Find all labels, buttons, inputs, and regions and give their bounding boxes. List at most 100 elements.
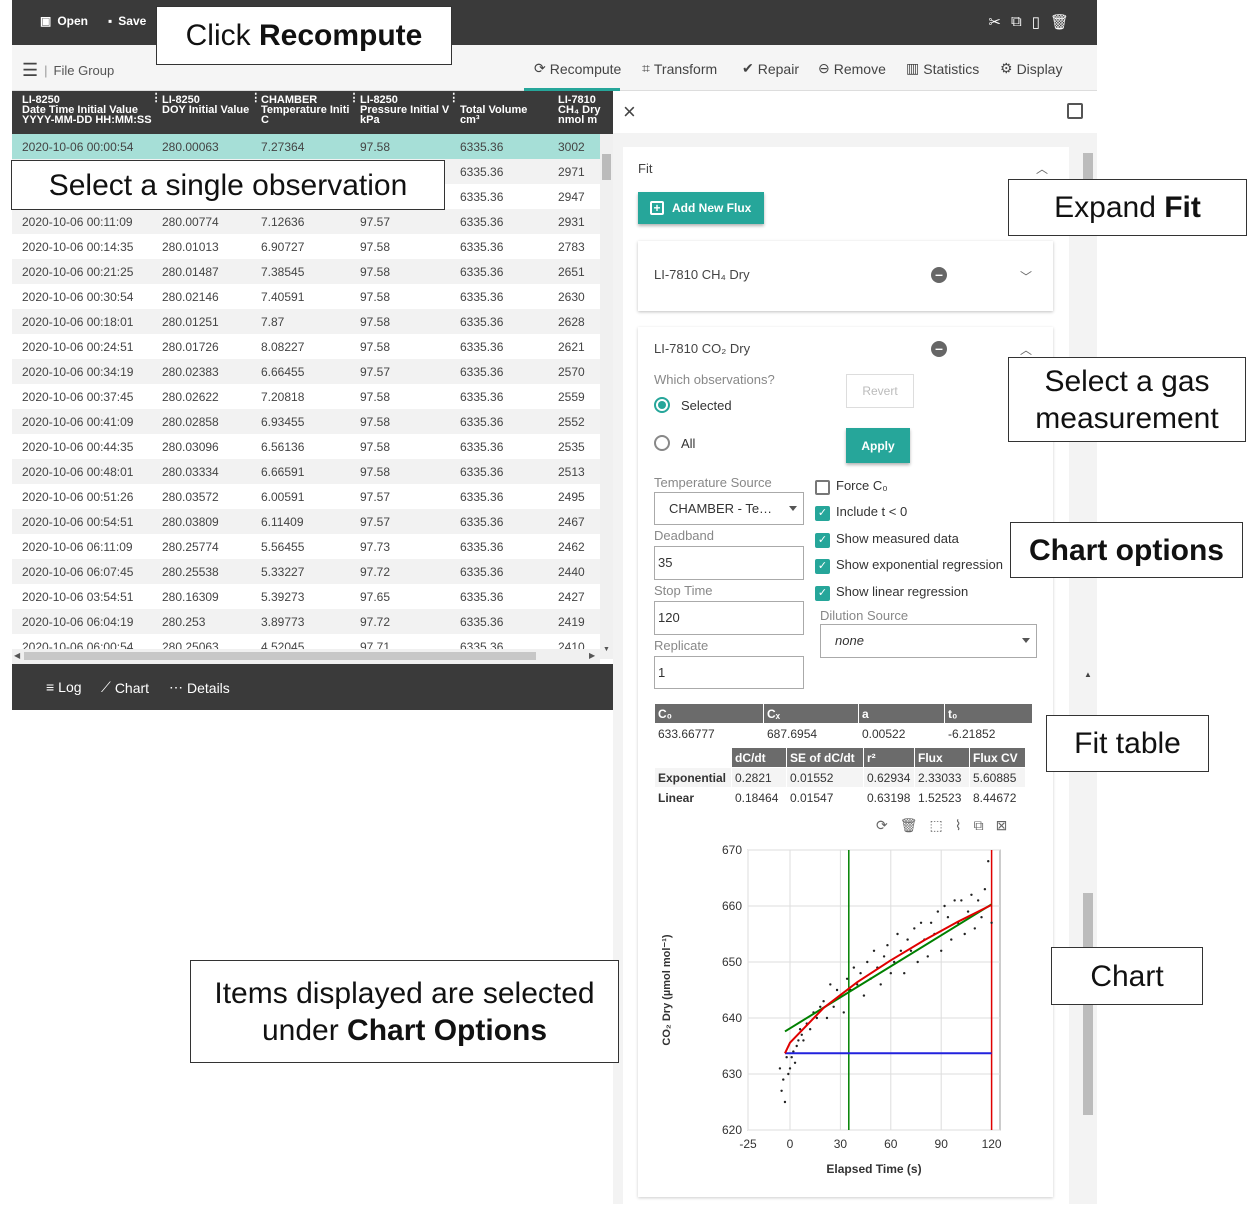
fit-param-value: 687.6954	[763, 723, 859, 744]
tab-statistics[interactable]: ▥ Statistics	[906, 60, 979, 77]
copy-icon[interactable]: ⧉	[1011, 13, 1022, 31]
chevron-down-icon[interactable]: ﹀	[1020, 268, 1032, 285]
deadband-input[interactable]: 35	[654, 546, 804, 580]
trash-icon[interactable]: 🗑	[1050, 13, 1069, 31]
tab-recompute[interactable]: ⟳ Recompute	[534, 60, 621, 77]
open-external-icon[interactable]	[1067, 103, 1083, 119]
table-cell: 97.58	[360, 289, 391, 304]
panel-scrollbar[interactable]: ▲	[1081, 153, 1095, 1198]
table-row[interactable]: 2020-10-06 06:04:19 280.253 3.89773 97.72 63…	[12, 609, 600, 634]
tab-remove[interactable]: ⊖ Remove	[818, 60, 886, 77]
revert-button[interactable]: Revert	[846, 374, 914, 408]
option-checkbox[interactable]	[815, 480, 830, 495]
gas-title[interactable]: LI-7810 CO₂ Dry	[654, 341, 750, 356]
stop-time-input[interactable]: 120	[654, 601, 804, 635]
table-cell: 8.08227	[261, 339, 305, 354]
option-label[interactable]: Show linear regression	[836, 584, 968, 599]
scissors-icon[interactable]: ✂	[988, 13, 1001, 31]
column-header[interactable]: Total Volume cm³	[460, 105, 527, 126]
open-button[interactable]: ▣ Open	[40, 14, 88, 28]
chart-button[interactable]: ⟋ Chart	[101, 679, 149, 696]
table-horizontal-scrollbar[interactable]: ◀ ▶	[12, 649, 600, 664]
table-row[interactable]: 2020-10-06 00:30:54 280.02146 7.40591 97.58…	[12, 284, 600, 309]
option-checkbox[interactable]: ✓	[815, 506, 830, 521]
tab-transform[interactable]: ⌗ Transform	[642, 60, 717, 77]
paste-icon[interactable]: ▯	[1032, 13, 1040, 31]
table-cell: 7.87	[261, 314, 285, 329]
table-row[interactable]: 2020-10-06 00:51:26 280.03572 6.00591 97.57…	[12, 484, 600, 509]
trash-icon[interactable]: 🗑	[900, 817, 918, 834]
table-cell: 6335.36	[460, 464, 504, 479]
table-row[interactable]: 2020-10-06 00:11:09 280.00774 7.12636 97.57…	[12, 209, 600, 234]
table-row[interactable]: 2020-10-06 00:37:45 280.02622 7.20818 97.58…	[12, 384, 600, 409]
scroll-thumb[interactable]	[24, 652, 536, 660]
reset-icon[interactable]: ⟳	[876, 817, 888, 834]
selected-radio[interactable]	[654, 397, 670, 413]
scroll-right-arrow-icon[interactable]: ▶	[589, 651, 595, 660]
table-row[interactable]: 2020-10-06 06:07:45 280.25538 5.33227 97.72…	[12, 559, 600, 584]
selected-radio-label[interactable]: Selected	[681, 398, 732, 413]
table-cell: 2020-10-06 00:30:54	[22, 289, 134, 304]
scroll-thumb[interactable]	[1083, 153, 1093, 181]
remove-gas-icon[interactable]: –	[931, 267, 947, 283]
hamburger-icon[interactable]: ☰	[22, 60, 38, 81]
all-radio[interactable]	[654, 435, 670, 451]
table-row[interactable]: 2020-10-06 00:24:51 280.01726 8.08227 97.58…	[12, 334, 600, 359]
table-row[interactable]: 2020-10-06 00:00:54 280.00063 7.27364 97.58…	[12, 134, 600, 159]
table-row[interactable]: 2020-10-06 00:14:35 280.01013 6.90727 97.58…	[12, 234, 600, 259]
option-checkbox[interactable]: ✓	[815, 559, 830, 574]
tab-repair[interactable]: ✔ Repair	[742, 60, 799, 77]
option-checkbox[interactable]: ✓	[815, 586, 830, 601]
option-label[interactable]: Show exponential regression	[836, 557, 1003, 572]
table-row[interactable]: 2020-10-06 00:44:35 280.03096 6.56136 97.58…	[12, 434, 600, 459]
temperature-source-select[interactable]: CHAMBER - Te…	[654, 492, 804, 525]
details-button[interactable]: ⋯ Details	[169, 679, 230, 696]
lasso-icon[interactable]: ⌇	[955, 817, 962, 834]
scroll-up-arrow-icon[interactable]: ▲	[1084, 670, 1092, 679]
option-label[interactable]: Show measured data	[836, 531, 959, 546]
measured-point	[872, 949, 876, 952]
pan-icon[interactable]: ⧉	[974, 817, 984, 834]
apply-button[interactable]: Apply	[846, 428, 910, 463]
log-button[interactable]: ≡ Log	[46, 679, 82, 695]
column-header[interactable]: CHAMBER Temperature Initi C ⋮	[261, 93, 359, 126]
scroll-left-arrow-icon[interactable]: ◀	[14, 651, 20, 660]
table-row[interactable]: 2020-10-06 00:48:01 280.03334 6.66591 97.58…	[12, 459, 600, 484]
scroll-down-arrow-icon[interactable]: ▼	[603, 646, 610, 653]
table-row[interactable]: 2020-10-06 00:18:01 280.01251 7.87 97.58 633…	[12, 309, 600, 334]
close-icon[interactable]: ×	[623, 99, 636, 125]
x-tick-label: 0	[787, 1137, 794, 1151]
scroll-thumb[interactable]	[602, 154, 611, 180]
column-header[interactable]: LI-8250 DOY Initial Value ⋮	[162, 93, 261, 116]
table-vertical-scrollbar[interactable]: ▼	[600, 134, 613, 659]
table-row[interactable]: 2020-10-06 00:21:25 280.01487 7.38545 97.58…	[12, 259, 600, 284]
chevron-up-icon[interactable]: ︿	[1036, 160, 1048, 177]
zoom-box-icon[interactable]: ⬚	[930, 817, 943, 834]
gas-card-ch4[interactable]: LI-7810 CH₄ Dry – ﹀	[638, 241, 1053, 311]
option-checkbox[interactable]: ✓	[815, 533, 830, 548]
fit-section-label[interactable]: Fit	[638, 161, 652, 176]
table-cell: 6.66591	[261, 464, 305, 479]
option-label[interactable]: Force C₀	[836, 478, 888, 493]
table-row[interactable]: 2020-10-06 00:54:51 280.03809 6.11409 97.57…	[12, 509, 600, 534]
column-header[interactable]: LI-7810 CH₄ Dry nmol m	[558, 95, 601, 126]
remove-gas-icon[interactable]: –	[931, 341, 947, 357]
dilution-source-select[interactable]: none	[820, 624, 1037, 658]
column-header[interactable]: LI-8250 Date Time Initial Value YYYY-MM-…	[22, 93, 162, 126]
table-row[interactable]: 2020-10-06 03:54:51 280.16309 5.39273 97.65…	[12, 584, 600, 609]
add-new-flux-button[interactable]: + Add New Flux	[638, 192, 764, 224]
co2-chart[interactable]: -25 0 30 60 90 120 620 630 640 650 660 670 Elapsed T…	[650, 838, 1010, 1188]
chevron-up-icon[interactable]: ︿	[1020, 341, 1032, 358]
all-radio-label[interactable]: All	[681, 436, 695, 451]
measured-point	[859, 972, 862, 975]
file-group-menu[interactable]: ☰ | File Group	[22, 60, 114, 81]
autoscale-icon[interactable]: ⊠	[996, 817, 1008, 834]
replicate-input[interactable]: 1	[654, 656, 804, 689]
column-header[interactable]: LI-8250 Pressure Initial V kPa ⋮	[360, 93, 459, 126]
tab-display[interactable]: ⚙ Display	[1000, 60, 1062, 77]
option-label[interactable]: Include t < 0	[836, 504, 907, 519]
save-button[interactable]: ▪ Save	[108, 14, 146, 28]
table-row[interactable]: 2020-10-06 00:34:19 280.02383 6.66455 97.57…	[12, 359, 600, 384]
table-row[interactable]: 2020-10-06 00:41:09 280.02858 6.93455 97.58…	[12, 409, 600, 434]
table-row[interactable]: 2020-10-06 06:11:09 280.25774 5.56455 97.73…	[12, 534, 600, 559]
